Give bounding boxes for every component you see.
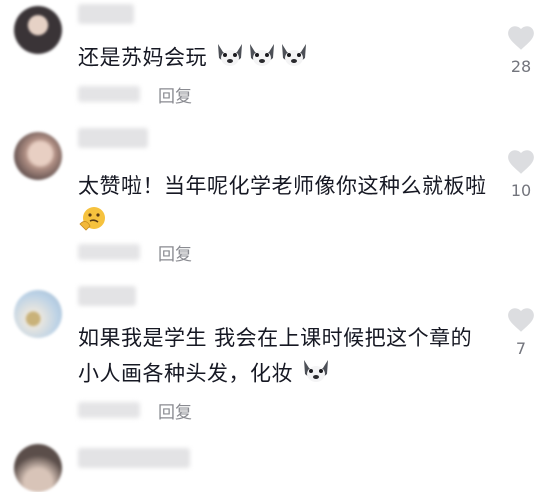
like-count: 28 [510, 57, 532, 76]
comment-text: 如果我是学生 我会在上课时候把这个章的 [78, 320, 472, 356]
heart-icon [508, 308, 534, 332]
comment-text: 太赞啦！当年呢化学老师像你这种么就板啦 [78, 168, 487, 204]
comment-item [0, 440, 551, 492]
reply-button[interactable]: 回复 [158, 240, 192, 265]
comment-item: 还是苏妈会玩 回复 28 [0, 0, 551, 118]
reply-button[interactable]: 回复 [158, 82, 192, 107]
like-button[interactable]: 10 [499, 148, 543, 200]
comment-item: 如果我是学生 我会在上课时候把这个章的 小人画各种头发，化妆 回复 7 [0, 282, 551, 432]
thinking-emoji-icon [78, 204, 108, 236]
comment-text-content: 太赞啦！当年呢化学老师像你这种么就板啦 [78, 174, 487, 198]
comment-text: 小人画各种头发，化妆 [78, 354, 332, 395]
timestamp [78, 402, 140, 418]
heart-icon [508, 150, 534, 174]
reply-button[interactable]: 回复 [158, 398, 192, 423]
timestamp [78, 86, 140, 102]
heart-icon [508, 26, 534, 50]
timestamp [78, 244, 140, 260]
husky-emoji-icon [300, 354, 332, 395]
avatar[interactable] [14, 6, 62, 54]
comment-text-line: 如果我是学生 我会在上课时候把这个章的 [78, 326, 473, 350]
comment-text-content: 还是苏妈会玩 [78, 45, 207, 70]
like-count: 10 [510, 181, 532, 200]
husky-emoji-icon [214, 38, 246, 79]
comment-item: 太赞啦！当年呢化学老师像你这种么就板啦 回复 10 [0, 124, 551, 274]
avatar[interactable] [14, 132, 62, 180]
husky-emoji-icon [278, 38, 310, 79]
husky-emoji-icon [246, 38, 278, 79]
username[interactable] [78, 448, 190, 468]
username[interactable] [78, 128, 148, 148]
username[interactable] [78, 4, 134, 24]
like-button[interactable]: 7 [499, 306, 543, 358]
comment-text: 还是苏妈会玩 [78, 38, 310, 79]
username[interactable] [78, 286, 136, 306]
like-button[interactable]: 28 [499, 24, 543, 76]
avatar[interactable] [14, 290, 62, 338]
comment-text-line: 小人画各种头发，化妆 [78, 361, 293, 386]
like-count: 7 [515, 339, 527, 358]
avatar[interactable] [14, 444, 62, 492]
